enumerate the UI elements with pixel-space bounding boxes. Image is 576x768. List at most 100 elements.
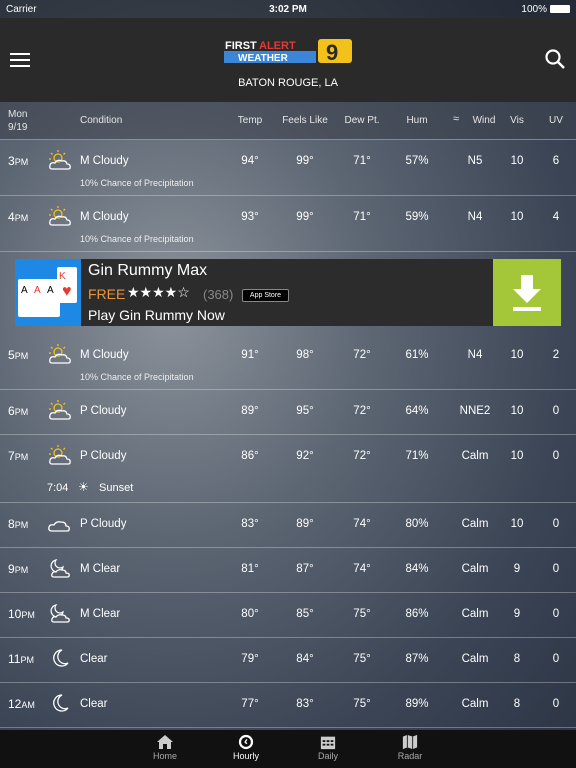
dew-value: 72° [353, 450, 371, 462]
hour-label: 10PM [8, 607, 35, 621]
hourly-row[interactable]: 9PM M Clear 81° 87° 74° 84% Calm 9 0 [0, 548, 576, 593]
condition: P Cloudy [80, 518, 127, 530]
hour-label: 9PM [8, 562, 29, 576]
hourly-row[interactable]: 10PM M Clear 80° 85° 75° 86% Calm 9 0 [0, 593, 576, 638]
svg-text:A: A [34, 285, 41, 296]
temp-value: 79° [241, 653, 259, 665]
temp-value: 86° [241, 450, 259, 462]
uv-value: 0 [552, 450, 560, 462]
feels-header: Feels Like [282, 115, 328, 126]
hum-header: Hum [406, 115, 428, 126]
feels-value: 95° [296, 405, 314, 417]
temp-value: 89° [241, 405, 259, 417]
ad-cta: Play Gin Rummy Now [88, 307, 225, 323]
condition: M Cloudy [80, 211, 129, 223]
svg-text:FIRST: FIRST [225, 40, 257, 52]
ad-rating-count: (368) [203, 287, 234, 302]
clock: 3:02 PM [269, 3, 307, 15]
ad-title: Gin Rummy Max [88, 262, 208, 279]
tab-label: Daily [317, 751, 338, 761]
feels-value: 99° [296, 155, 314, 167]
hum-value: 59% [405, 211, 429, 223]
condition: P Cloudy [80, 450, 127, 462]
hourly-row[interactable]: 6PM P Cloudy 89° 95° 72° 64% NNE2 10 0 [0, 390, 576, 435]
tab-hourly[interactable]: Hourly [216, 734, 276, 761]
tab-radar[interactable]: Radar [380, 734, 440, 761]
temp-value: 93° [241, 211, 259, 223]
sunset-icon: ☀ [78, 480, 89, 494]
date-label: 9/19 [8, 122, 28, 133]
svg-text:♥: ♥ [62, 283, 72, 300]
precip-chance: 10% Chance of Precipitation [80, 372, 194, 382]
uv-value: 0 [552, 563, 560, 575]
dew-value: 75° [353, 608, 371, 620]
uv-value: 0 [552, 518, 560, 530]
search-icon[interactable] [544, 48, 566, 70]
uv-value: 0 [552, 653, 560, 665]
hum-value: 86% [405, 608, 429, 620]
tab-daily[interactable]: Daily [298, 734, 358, 761]
ad-price: FREE [88, 286, 126, 302]
partly-cloudy-moon-icon [50, 559, 70, 578]
feels-value: 92° [296, 450, 314, 462]
hour-label: 5PM [8, 348, 29, 362]
hourly-row[interactable]: 5PM M Cloudy 91° 98° 72° 61% N4 10 2 10% Chanc… [0, 334, 576, 390]
cloud-icon [48, 521, 70, 532]
hour-label: 8PM [8, 517, 29, 531]
hourly-row[interactable]: 3PM M Cloudy 94° 99° 71° 57% N5 10 6 10% Chanc… [0, 140, 576, 196]
hourly-row[interactable]: 11PM Clear 79° 84° 75° 87% Calm 8 0 [0, 638, 576, 683]
hourly-row[interactable]: 12AM Clear 77° 83° 75° 89% Calm 8 0 [0, 683, 576, 728]
dew-header: Dew Pt. [344, 115, 380, 126]
sunset-label: Sunset [99, 482, 134, 494]
hour-label: 6PM [8, 404, 29, 418]
hum-value: 61% [405, 349, 429, 361]
ad-rating-stars: ★★★★☆ [127, 284, 190, 300]
table-header: Mon 9/19 Condition Temp Feels Like Dew P… [0, 102, 576, 140]
dew-value: 72° [353, 349, 371, 361]
app-store-badge[interactable]: App Store [242, 289, 289, 302]
download-button[interactable] [493, 259, 561, 326]
feels-value: 89° [296, 518, 314, 530]
partly-cloudy-sun-icon [49, 206, 71, 226]
condition: M Cloudy [80, 349, 129, 361]
uv-value: 0 [552, 608, 560, 620]
condition: M Cloudy [80, 155, 129, 167]
sunset-time: 7:04 [47, 482, 69, 494]
feels-value: 87° [296, 563, 314, 575]
condition: M Clear [80, 563, 121, 575]
hourly-row[interactable]: 7PM P Cloudy 86° 92° 72° 71% Calm 10 0 7:04 ☀ Su… [0, 435, 576, 503]
condition: M Clear [80, 608, 121, 620]
tab-home[interactable]: Home [135, 734, 195, 761]
temp-value: 83° [241, 518, 259, 530]
tab-label: Radar [397, 751, 423, 761]
location-label: BATON ROUGE, LA [238, 77, 338, 89]
svg-text:K: K [59, 271, 66, 282]
hum-value: 80% [405, 518, 429, 530]
partly-cloudy-sun-icon [49, 150, 71, 170]
first-alert-weather-logo: FIRST ALERT WEATHER 9 [224, 39, 352, 64]
ad-banner[interactable]: AAAK ♥ Gin Rummy Max FREE ★★★★☆ (368) Ap… [15, 259, 561, 326]
uv-value: 2 [552, 349, 560, 361]
svg-text:ALERT: ALERT [259, 40, 296, 52]
hourly-row[interactable]: 4PM M Cloudy 93° 99° 71° 59% N4 10 4 10% Chanc… [0, 196, 576, 252]
svg-text:A: A [47, 285, 54, 296]
uv-value: 4 [552, 211, 560, 223]
hum-value: 71% [405, 450, 429, 462]
moon-icon [53, 694, 69, 712]
uv-value: 0 [552, 405, 560, 417]
hum-value: 87% [405, 653, 429, 665]
map-icon [402, 734, 418, 750]
hourly-row[interactable]: 8PM P Cloudy 83° 89° 74° 80% Calm 10 0 [0, 503, 576, 548]
clock-icon [238, 734, 254, 750]
menu-icon[interactable] [10, 53, 30, 71]
svg-text:A: A [21, 285, 28, 296]
dew-value: 71° [353, 211, 371, 223]
condition: Clear [80, 653, 108, 665]
precip-chance: 10% Chance of Precipitation [80, 178, 194, 188]
feels-value: 99° [296, 211, 314, 223]
dew-value: 75° [353, 653, 371, 665]
gin-rummy-app-icon: A A AK ♥ [15, 259, 81, 326]
dew-value: 72° [353, 405, 371, 417]
condition: P Cloudy [80, 405, 127, 417]
partly-cloudy-sun-icon [49, 344, 71, 364]
